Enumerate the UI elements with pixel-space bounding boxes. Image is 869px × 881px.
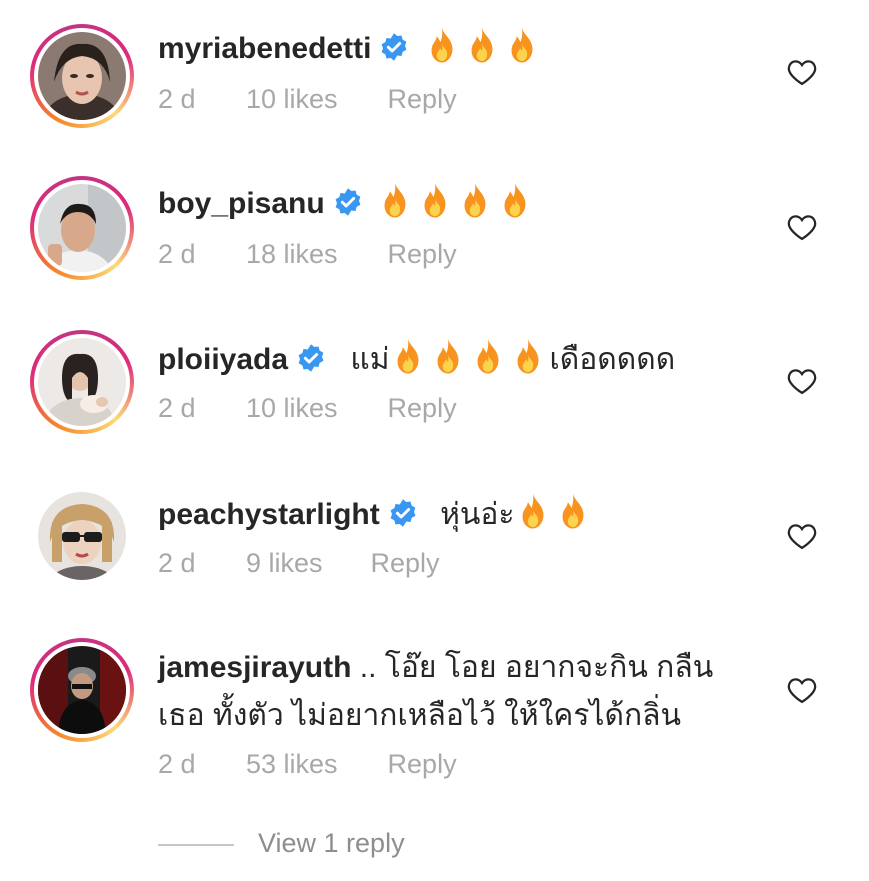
- view-replies-divider: [158, 843, 234, 846]
- comment-line: ploiiyada แม่ เดือดดดด: [158, 337, 675, 386]
- username[interactable]: jamesjirayuth: [158, 651, 351, 684]
- fire-emojis: [515, 492, 595, 541]
- heart-outline-icon[interactable]: [787, 58, 817, 86]
- reply-button[interactable]: Reply: [371, 548, 440, 579]
- username[interactable]: boy_pisanu: [158, 187, 325, 220]
- comment-line: boy_pisanu: [158, 181, 537, 230]
- comment-meta: 2 d 10 likes Reply: [158, 84, 457, 115]
- view-replies-button[interactable]: View 1 reply: [158, 828, 405, 859]
- avatar-story-ring[interactable]: [30, 176, 134, 280]
- username[interactable]: myriabenedetti: [158, 32, 371, 65]
- reply-button[interactable]: Reply: [388, 393, 457, 424]
- avatar-story-ring[interactable]: [30, 24, 134, 128]
- fire-emoji: [555, 492, 591, 541]
- fire-emoji: [457, 181, 493, 230]
- heart-outline-icon[interactable]: [787, 522, 817, 550]
- fire-emoji: [504, 26, 540, 75]
- comment-line: peachystarlight หุ่นอ่ะ: [158, 492, 595, 541]
- reply-button[interactable]: Reply: [388, 84, 457, 115]
- comment-meta: 2 d 9 likes Reply: [158, 548, 440, 579]
- username[interactable]: peachystarlight: [158, 498, 380, 531]
- comment-meta: 2 d 53 likes Reply: [158, 749, 457, 780]
- heart-outline-icon[interactable]: [787, 367, 817, 395]
- fire-emoji: [464, 26, 500, 75]
- likes-count[interactable]: 10 likes: [246, 84, 338, 115]
- comment-line-2: เธอ ทั้งตัว ไม่อยากเหลือไว้ ให้ใครได้กลิ…: [158, 696, 681, 736]
- heart-outline-icon[interactable]: [787, 676, 817, 704]
- verified-badge-icon: [388, 498, 418, 539]
- avatar-container[interactable]: [30, 484, 134, 588]
- fire-emoji: [377, 181, 413, 230]
- avatar: [38, 492, 126, 580]
- fire-emoji: [390, 337, 426, 386]
- avatar: [38, 338, 126, 426]
- fire-emoji: [424, 26, 460, 75]
- comment-meta: 2 d 10 likes Reply: [158, 393, 457, 424]
- avatar: [38, 646, 126, 734]
- comment-line: jamesjirayuth .. โอ๊ย โอย อยากจะกิน กลืน: [158, 648, 713, 688]
- likes-count[interactable]: 9 likes: [246, 548, 323, 579]
- avatar-story-ring[interactable]: [30, 638, 134, 742]
- avatar: [38, 184, 126, 272]
- comment-text: เธอ ทั้งตัว ไม่อยากเหลือไว้ ให้ใครได้กลิ…: [158, 699, 682, 732]
- comment-text: หุ่นอ่ะ: [440, 498, 515, 531]
- heart-outline-icon[interactable]: [787, 213, 817, 241]
- likes-count[interactable]: 18 likes: [246, 239, 338, 270]
- verified-badge-icon: [379, 32, 409, 73]
- comment-time: 2 d: [158, 749, 196, 779]
- avatar: [38, 32, 126, 120]
- comment-text: .. โอ๊ย โอย อยากจะกิน กลืน: [359, 651, 714, 684]
- comment-time: 2 d: [158, 239, 196, 269]
- fire-emoji: [497, 181, 533, 230]
- comment-time: 2 d: [158, 548, 196, 578]
- reply-button[interactable]: Reply: [388, 239, 457, 270]
- comment-time: 2 d: [158, 84, 196, 114]
- verified-badge-icon: [296, 343, 326, 384]
- fire-emoji: [470, 337, 506, 386]
- comment-time: 2 d: [158, 393, 196, 423]
- fire-emoji: [430, 337, 466, 386]
- verified-badge-icon: [333, 187, 363, 228]
- comment-text: เดือดดดด: [549, 343, 676, 376]
- view-replies-label: View 1 reply: [258, 828, 405, 858]
- fire-emoji: [510, 337, 546, 386]
- username[interactable]: ploiiyada: [158, 343, 288, 376]
- comment-text: แม่: [350, 343, 390, 376]
- comment-meta: 2 d 18 likes Reply: [158, 239, 457, 270]
- fire-emojis: [377, 181, 537, 230]
- fire-emoji: [515, 492, 551, 541]
- comment-line: myriabenedetti: [158, 26, 544, 75]
- fire-emojis: [390, 337, 550, 386]
- fire-emojis: [424, 26, 544, 75]
- avatar-story-ring[interactable]: [30, 330, 134, 434]
- likes-count[interactable]: 10 likes: [246, 393, 338, 424]
- likes-count[interactable]: 53 likes: [246, 749, 338, 780]
- reply-button[interactable]: Reply: [388, 749, 457, 780]
- fire-emoji: [417, 181, 453, 230]
